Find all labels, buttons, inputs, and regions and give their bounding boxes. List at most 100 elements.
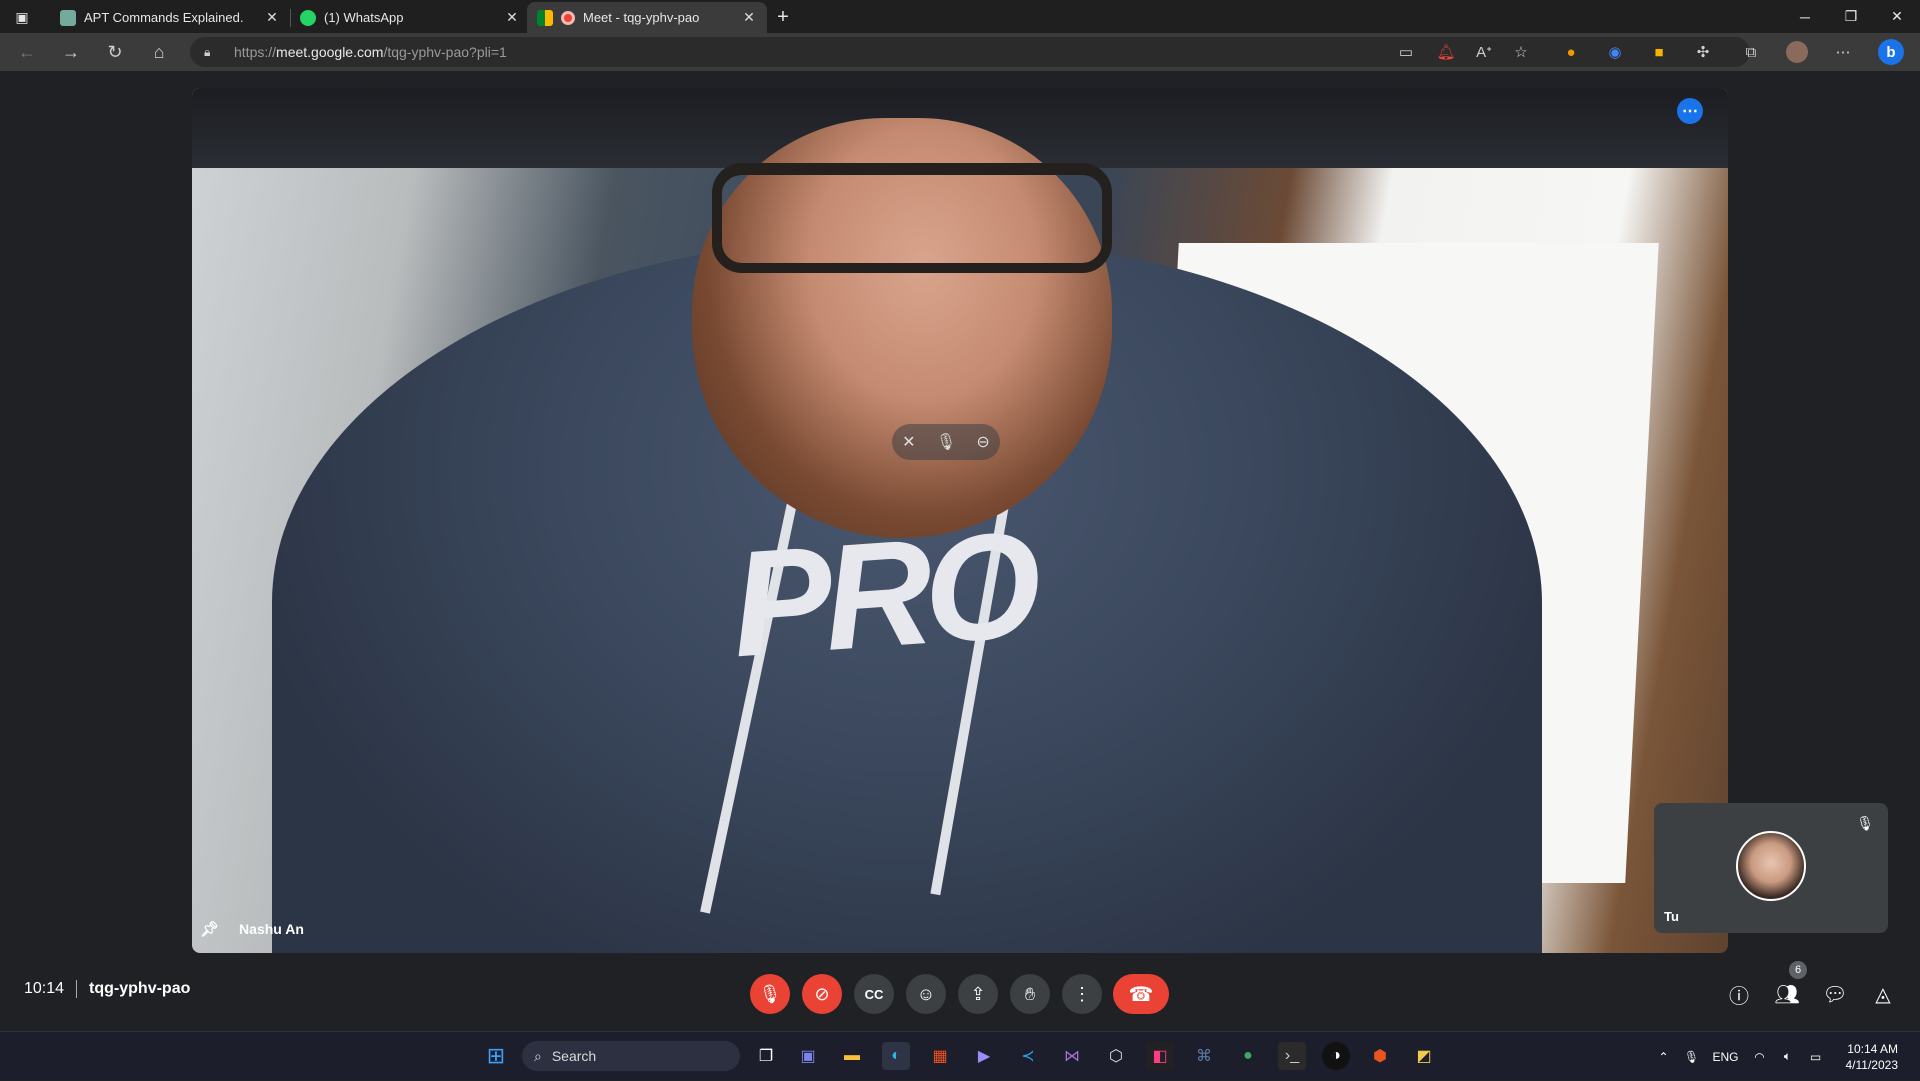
reload-icon[interactable]: ↻ — [100, 38, 130, 66]
wifi-icon[interactable]: ◠ — [1748, 1050, 1772, 1064]
hand-icon: ✋︎ — [1025, 984, 1035, 1005]
profile-avatar[interactable] — [1786, 41, 1808, 63]
mic-icon[interactable]: 🎙︎ — [936, 432, 956, 452]
meet-icon — [537, 10, 553, 26]
add-favorite-icon[interactable]: ☆ — [1510, 41, 1532, 63]
network-app-icon[interactable]: ⌘ — [1190, 1042, 1218, 1070]
forward-icon[interactable]: → — [56, 38, 86, 66]
participant-video — [712, 163, 1112, 273]
people-count-badge: 6 — [1789, 961, 1807, 979]
tile-more-options-icon[interactable]: ⋯ — [1677, 98, 1703, 124]
chevron-up-icon[interactable]: ⌃ — [1652, 1050, 1676, 1064]
tab-meet[interactable]: Meet - tqg-yphv-pao ✕ — [527, 2, 767, 33]
close-window-icon[interactable]: ✕ — [1874, 0, 1920, 33]
microphone-tray-icon[interactable]: 🎙︎ — [1680, 1050, 1704, 1064]
microphone-off-button[interactable]: 🎙︎ — [750, 974, 790, 1014]
remove-icon[interactable]: ⊖ — [976, 432, 989, 452]
activities-button[interactable]: ◬ — [1866, 977, 1900, 1011]
vscode-icon[interactable]: ≺ — [1014, 1042, 1042, 1070]
new-tab-icon[interactable]: + — [767, 4, 799, 30]
chat-icon: 💬︎ — [1822, 982, 1847, 1007]
system-tray: ⌃ 🎙︎ ENG ◠ 🔈︎ ▭ 10:14 AM 4/11/2023 — [1652, 1032, 1920, 1081]
camera-off-button[interactable]: ⊘ — [802, 974, 842, 1014]
people-button[interactable]: 👥︎ — [1770, 977, 1804, 1011]
tab-apt-commands[interactable]: APT Commands Explained. ✕ — [50, 2, 290, 33]
minimize-icon[interactable]: ─ — [1782, 0, 1828, 33]
reactions-button[interactable]: ☺ — [906, 974, 946, 1014]
collections-icon[interactable]: ⧉ — [1740, 41, 1762, 63]
raise-hand-button[interactable]: ✋︎ — [1010, 974, 1050, 1014]
tab-title: (1) WhatsApp — [324, 10, 504, 25]
cube-app-icon[interactable]: ⬡ — [1102, 1042, 1130, 1070]
url-text[interactable]: https://meet.google.com/tqg-yphv-pao?pli… — [234, 44, 507, 60]
divider — [76, 980, 77, 998]
meeting-details-button[interactable]: ⓘ — [1722, 977, 1756, 1011]
meeting-clock: 10:14 — [24, 980, 64, 998]
more-vertical-icon: ⋮ — [1073, 984, 1091, 1005]
ubuntu-icon[interactable]: ⬢ — [1366, 1042, 1394, 1070]
meeting-code: tqg-yphv-pao — [89, 980, 190, 998]
chatgpt-icon — [60, 10, 76, 26]
close-tab-icon[interactable]: ✕ — [504, 9, 520, 26]
leave-call-button[interactable]: ☎︎ — [1113, 974, 1169, 1014]
windows-taskbar: ⊞ ⌕ Search ❐ ▣ ▬ ◐ ▦ ▶ ≺ ⋈ ⬡ ◧ ⌘ ● ›_ ◑ … — [0, 1031, 1920, 1080]
file-explorer-icon[interactable]: ▬ — [838, 1042, 866, 1070]
sticky-app-icon[interactable]: ◩ — [1410, 1042, 1438, 1070]
participant-name: Nashu An — [239, 921, 304, 937]
pin-icon[interactable]: ✕ — [902, 432, 915, 452]
battery-icon[interactable]: ▭ — [1804, 1050, 1828, 1064]
windows-start-icon[interactable]: ⊞ — [482, 1042, 510, 1070]
url-domain: meet.google.com — [276, 44, 383, 60]
participant-name-tag: 📌︎ Nashu An — [200, 920, 304, 938]
tab-title: Meet - tqg-yphv-pao — [583, 10, 741, 25]
mic-off-icon: 🎙︎ — [1856, 815, 1874, 832]
language-indicator[interactable]: ENG — [1708, 1050, 1744, 1064]
volume-icon[interactable]: 🔈︎ — [1776, 1049, 1800, 1064]
tab-whatsapp[interactable]: (1) WhatsApp ✕ — [290, 2, 530, 33]
mic-off-icon: 🎙︎ — [759, 984, 782, 1005]
browser-toolbar: ← → ↻ ⌂ 🔒︎ https://meet.google.com/tqg-y… — [0, 33, 1920, 71]
camera-in-use-icon[interactable]: ▭ — [1395, 41, 1417, 63]
present-button[interactable]: ⇪ — [958, 974, 998, 1014]
extension-icon[interactable]: ■ — [1648, 41, 1670, 63]
emoji-icon: ☺ — [917, 984, 935, 1005]
url-path: /tqg-yphv-pao?pli=1 — [383, 44, 506, 60]
people-icon: 👥︎ — [1774, 982, 1799, 1007]
meeting-info: 10:14 tqg-yphv-pao — [24, 980, 190, 998]
app-icon[interactable]: ◑ — [1322, 1042, 1350, 1070]
restore-icon[interactable]: ❐ — [1828, 0, 1874, 33]
more-options-button[interactable]: ⋮ — [1062, 974, 1102, 1014]
captions-button[interactable]: CC — [854, 974, 894, 1014]
back-icon[interactable]: ← — [12, 38, 42, 66]
terminal-icon[interactable]: ›_ — [1278, 1042, 1306, 1070]
extension-icon[interactable]: ● — [1560, 41, 1582, 63]
teams-chat-icon[interactable]: ▣ — [794, 1042, 822, 1070]
taskbar-search[interactable]: ⌕ Search — [522, 1041, 740, 1071]
notification-blocked-icon[interactable]: 🔔︎ — [1435, 41, 1457, 63]
extensions-puzzle-icon[interactable]: ✣ — [1692, 41, 1714, 63]
whatsapp-icon — [300, 10, 316, 26]
self-video-tile[interactable]: 🎙︎ Tu — [1654, 803, 1888, 933]
main-video-tile[interactable]: PRO ⋯ ✕ 🎙︎ ⊖ 📌︎ Nashu An — [192, 88, 1728, 953]
bing-copilot-icon[interactable]: b — [1878, 39, 1904, 65]
power-automate-icon[interactable]: ▶ — [970, 1042, 998, 1070]
microsoft-store-icon[interactable]: ▦ — [926, 1042, 954, 1070]
read-aloud-icon[interactable]: Aᐩ — [1473, 41, 1495, 63]
extension-icon[interactable]: ◉ — [1604, 41, 1626, 63]
visual-studio-icon[interactable]: ⋈ — [1058, 1042, 1086, 1070]
tab-actions-icon[interactable]: ▣ — [6, 4, 38, 30]
more-horizontal-icon[interactable]: ⋯ — [1832, 41, 1854, 63]
mongodb-icon[interactable]: ● — [1234, 1042, 1262, 1070]
taskbar-clock[interactable]: 10:14 AM 4/11/2023 — [1846, 1041, 1899, 1073]
chat-button[interactable]: 💬︎ — [1818, 977, 1852, 1011]
lock-icon[interactable]: 🔒︎ — [204, 45, 220, 60]
browser-tab-strip: ▣ APT Commands Explained. ✕ (1) WhatsApp… — [0, 0, 1920, 33]
close-tab-icon[interactable]: ✕ — [741, 9, 757, 26]
clock-time: 10:14 AM — [1846, 1041, 1899, 1057]
present-screen-icon: ⇪ — [970, 984, 985, 1005]
task-view-icon[interactable]: ❐ — [752, 1042, 780, 1070]
close-tab-icon[interactable]: ✕ — [264, 9, 280, 26]
jetbrains-icon[interactable]: ◧ — [1146, 1042, 1174, 1070]
home-icon[interactable]: ⌂ — [144, 38, 174, 66]
edge-browser-icon[interactable]: ◐ — [882, 1042, 910, 1070]
